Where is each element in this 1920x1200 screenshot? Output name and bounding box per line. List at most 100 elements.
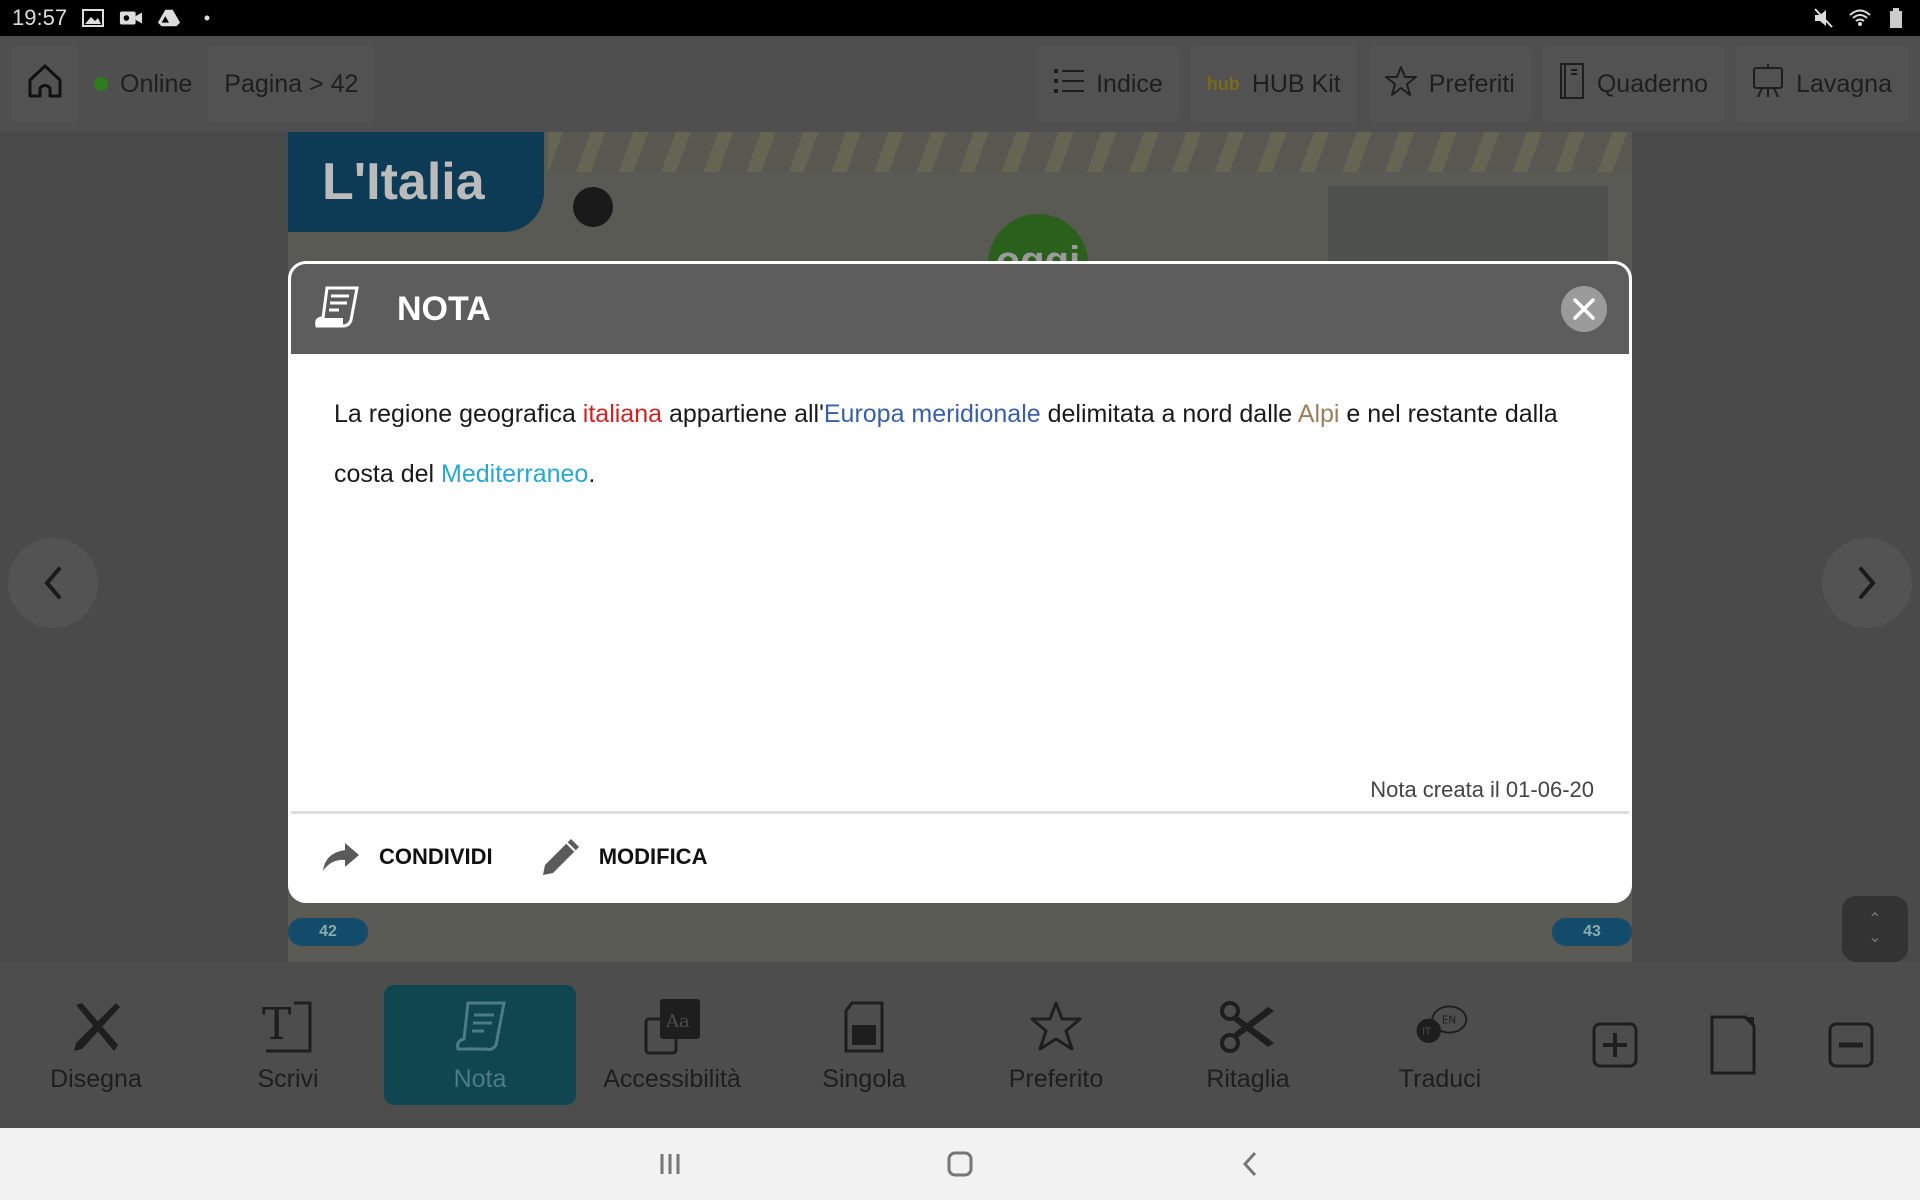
zoom-out-button[interactable] bbox=[1792, 985, 1910, 1105]
drive-icon bbox=[157, 8, 181, 28]
tool-draw-label: Disegna bbox=[50, 1064, 142, 1093]
notebook-icon bbox=[1559, 62, 1585, 107]
online-status: Online bbox=[78, 46, 208, 122]
status-bar: 19:57 bbox=[0, 0, 1920, 36]
bottom-toolbar: Disegna T Scrivi Nota Aa Accessibilità S… bbox=[0, 962, 1920, 1128]
video-icon bbox=[119, 8, 143, 28]
tool-draw[interactable]: Disegna bbox=[0, 985, 192, 1105]
page-label: Pagina > 42 bbox=[224, 69, 359, 98]
page-breadcrumb[interactable]: Pagina > 42 bbox=[208, 46, 375, 122]
svg-text:EN: EN bbox=[1442, 1014, 1456, 1026]
back-nav-button[interactable] bbox=[1105, 1151, 1395, 1177]
wifi-icon bbox=[1848, 8, 1872, 28]
edit-button[interactable]: MODIFICA bbox=[541, 837, 708, 877]
note-dialog-header: NOTA bbox=[291, 264, 1629, 354]
page-view-button[interactable] bbox=[1674, 985, 1792, 1105]
decorative-leaves bbox=[548, 132, 1632, 172]
recent-apps-icon bbox=[660, 1154, 680, 1174]
tool-translate[interactable]: EN IT Traduci bbox=[1344, 985, 1536, 1105]
note-dialog: NOTA La regione geografica italiana appa… bbox=[288, 261, 1632, 903]
scissors-icon bbox=[1218, 997, 1278, 1057]
close-button[interactable] bbox=[1561, 286, 1607, 332]
mute-icon bbox=[1812, 8, 1836, 28]
online-label: Online bbox=[120, 69, 193, 98]
notebook-button[interactable]: Quaderno bbox=[1542, 46, 1725, 122]
tool-accessibility[interactable]: Aa Accessibilità bbox=[576, 985, 768, 1105]
accessibility-icon: Aa bbox=[642, 997, 702, 1057]
hub-kit-label: HUB Kit bbox=[1251, 69, 1341, 98]
tool-translate-label: Traduci bbox=[1398, 1064, 1482, 1093]
svg-text:T: T bbox=[262, 999, 291, 1050]
note-segment: appartiene all' bbox=[662, 400, 824, 428]
index-button[interactable]: Indice bbox=[1038, 46, 1179, 122]
gallery-icon bbox=[81, 8, 105, 28]
share-icon bbox=[323, 843, 359, 871]
draw-icon bbox=[66, 997, 126, 1057]
note-dialog-title: NOTA bbox=[397, 289, 491, 328]
book-title: L'Italia bbox=[288, 132, 544, 232]
whiteboard-label: Lavagna bbox=[1796, 69, 1892, 98]
list-icon bbox=[1054, 67, 1085, 102]
next-page-button[interactable] bbox=[1822, 538, 1912, 628]
android-nav-bar bbox=[0, 1128, 1920, 1200]
recent-apps-button[interactable] bbox=[525, 1152, 815, 1176]
star-icon bbox=[1026, 997, 1086, 1057]
page-icon bbox=[1710, 1015, 1756, 1075]
chevron-down-icon: ⌄ bbox=[1868, 929, 1882, 946]
translate-icon: EN IT bbox=[1410, 997, 1470, 1057]
dot-icon bbox=[195, 8, 219, 28]
favorites-button[interactable]: Preferiti bbox=[1368, 46, 1531, 122]
whiteboard-icon bbox=[1752, 63, 1784, 105]
chevron-left-icon bbox=[44, 567, 61, 599]
home-nav-button[interactable] bbox=[815, 1151, 1105, 1177]
tool-crop[interactable]: Ritaglia bbox=[1152, 985, 1344, 1105]
single-page-icon bbox=[834, 997, 894, 1057]
note-text: La regione geografica italiana appartien… bbox=[334, 384, 1585, 504]
page-number-right: 43 bbox=[1552, 918, 1632, 946]
tool-crop-label: Ritaglia bbox=[1206, 1064, 1290, 1093]
back-icon bbox=[1242, 1151, 1257, 1177]
home-circle-icon bbox=[947, 1151, 973, 1177]
scroll-handle[interactable]: ⌃ ⌄ bbox=[1842, 896, 1908, 962]
tool-single-page-label: Singola bbox=[822, 1064, 906, 1093]
tool-favorite[interactable]: Preferito bbox=[960, 985, 1152, 1105]
zoom-in-button[interactable] bbox=[1556, 985, 1674, 1105]
note-segment-highlight: Alpi bbox=[1297, 400, 1340, 428]
battery-icon bbox=[1884, 8, 1908, 28]
home-icon bbox=[26, 62, 64, 107]
home-button[interactable] bbox=[12, 46, 78, 122]
tool-note[interactable]: Nota bbox=[384, 985, 576, 1105]
note-segment-highlight: italiana bbox=[582, 400, 663, 428]
tool-write-label: Scrivi bbox=[257, 1064, 319, 1093]
clock: 19:57 bbox=[12, 5, 68, 30]
tool-note-label: Nota bbox=[453, 1064, 507, 1093]
share-button[interactable]: CONDIVIDI bbox=[321, 841, 493, 873]
prev-page-button[interactable] bbox=[8, 538, 98, 628]
page-number-left: 42 bbox=[288, 918, 368, 946]
text-icon: T bbox=[258, 997, 318, 1057]
note-dialog-body: La regione geografica italiana appartien… bbox=[291, 354, 1629, 811]
note-created-date: Nota creata il 01-06-20 bbox=[1370, 777, 1594, 802]
tool-single-page[interactable]: Singola bbox=[768, 985, 960, 1105]
audio-icon[interactable] bbox=[573, 187, 613, 227]
index-label: Indice bbox=[1096, 69, 1163, 98]
notebook-label: Quaderno bbox=[1596, 69, 1709, 98]
zoom-out-icon bbox=[1828, 1022, 1874, 1068]
share-label: CONDIVIDI bbox=[379, 844, 493, 869]
note-icon bbox=[313, 286, 361, 333]
star-icon bbox=[1384, 65, 1417, 104]
edit-label: MODIFICA bbox=[598, 844, 708, 869]
online-indicator-dot bbox=[94, 77, 108, 91]
hub-kit-icon: hub bbox=[1206, 74, 1240, 94]
note-icon bbox=[450, 997, 510, 1057]
favorites-label: Preferiti bbox=[1428, 69, 1515, 98]
whiteboard-button[interactable]: Lavagna bbox=[1736, 46, 1908, 122]
note-segment: . bbox=[588, 460, 596, 488]
pencil-icon bbox=[542, 839, 579, 875]
note-segment: delimitata a nord dalle bbox=[1040, 400, 1298, 428]
chevron-up-icon: ⌃ bbox=[1868, 911, 1882, 928]
zoom-in-icon bbox=[1592, 1022, 1638, 1068]
tool-write[interactable]: T Scrivi bbox=[192, 985, 384, 1105]
hub-kit-button[interactable]: hub HUB Kit bbox=[1190, 46, 1357, 122]
note-segment-highlight: Mediterraneo bbox=[441, 460, 589, 488]
